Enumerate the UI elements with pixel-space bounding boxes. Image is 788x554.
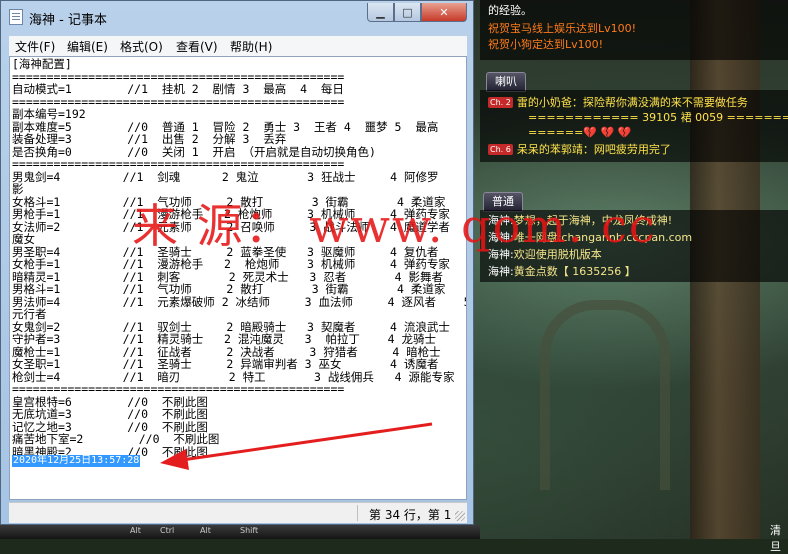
text-editor[interactable]: [海神配置] =================================… (9, 56, 467, 500)
minimize-button[interactable]: ▁ (367, 3, 394, 22)
hotkey-label[interactable]: Alt (130, 526, 141, 535)
menu-edit[interactable]: 编辑(E) (67, 38, 108, 55)
channel-badge: Ch. 2 (488, 97, 513, 108)
hotkey-label[interactable]: Ctrl (160, 526, 174, 535)
chat-message: ======💔 💔 💔 (528, 126, 631, 140)
selected-timestamp[interactable]: 2020年12月25日13:57:28 (12, 455, 141, 467)
close-button[interactable]: ✕ (421, 3, 467, 22)
notepad-icon (9, 9, 23, 25)
chat-message: Ch. 6 呆呆的苯郭靖：网吧疲劳用完了 (488, 143, 671, 157)
chat-text: ======💔 💔 💔 (528, 126, 632, 139)
menu-bar: 文件(F) 编辑(E) 格式(O) 查看(V) 帮助(H) (9, 36, 467, 56)
bottom-right-label: 清旦 (770, 524, 781, 553)
cursor-position: 第 34 行，第 1 (369, 508, 452, 522)
system-announcement-panel: 的经验。 祝贺宝马线上娱乐达到Lv100! 祝贺小狗定达到Lv100! (480, 0, 788, 60)
hotkey-label[interactable]: Shift (240, 526, 258, 535)
window-title: 海神 - 记事本 (29, 13, 107, 28)
tab-speaker[interactable]: 喇叭 (486, 72, 526, 92)
title-bar[interactable]: 海神 - 记事本 ▁ □ ✕ (1, 1, 473, 31)
stone-arch-graphic (540, 300, 670, 490)
chat-text: 呆呆的苯郭靖：网吧疲劳用完了 (516, 143, 671, 156)
game-hotkey-bar: Alt Ctrl Alt Shift (0, 525, 480, 539)
notepad-window[interactable]: 海神 - 记事本 ▁ □ ✕ 文件(F) 编辑(E) 格式(O) 查看(V) 帮… (0, 0, 474, 525)
chat-text: ============ 39105 裙 0059 ========== (528, 111, 788, 124)
chat-message: ============ 39105 裙 0059 ========== (528, 111, 788, 125)
speaker-name: 海神: (488, 265, 514, 278)
status-divider (357, 505, 358, 521)
menu-help[interactable]: 帮助(H) (230, 38, 272, 55)
menu-view[interactable]: 查看(V) (176, 38, 218, 55)
message-text: 黄金点数【 1635256 】 (513, 265, 636, 278)
announcement-line: 祝贺小狗定达到Lv100! (488, 38, 604, 51)
announcement-line: 祝贺宝马线上娱乐达到Lv100! (488, 22, 637, 35)
resize-grip-icon[interactable] (455, 511, 465, 521)
chat-text: 雷的小奶爸：探险帮你满没满的来不需要做任务 (516, 96, 748, 109)
system-message: 海神:黄金点数【 1635256 】 (488, 265, 636, 279)
maximize-button[interactable]: □ (394, 3, 421, 22)
menu-format[interactable]: 格式(O) (120, 38, 163, 55)
watermark-text: 来 源： www. qom. cc (132, 199, 657, 253)
editor-content[interactable]: [海神配置] =================================… (12, 58, 466, 458)
menu-file[interactable]: 文件(F) (15, 38, 55, 55)
chat-message: Ch. 2 雷的小奶爸：探险帮你满没满的来不需要做任务 (488, 96, 748, 110)
hotkey-label[interactable]: Alt (200, 526, 211, 535)
status-bar: 第 34 行，第 1 (9, 502, 467, 523)
announcement-line: 的经验。 (488, 4, 532, 17)
speaker-chat-panel: Ch. 2 雷的小奶爸：探险帮你满没满的来不需要做任务 ============ … (480, 90, 788, 162)
channel-badge: Ch. 6 (488, 144, 513, 155)
